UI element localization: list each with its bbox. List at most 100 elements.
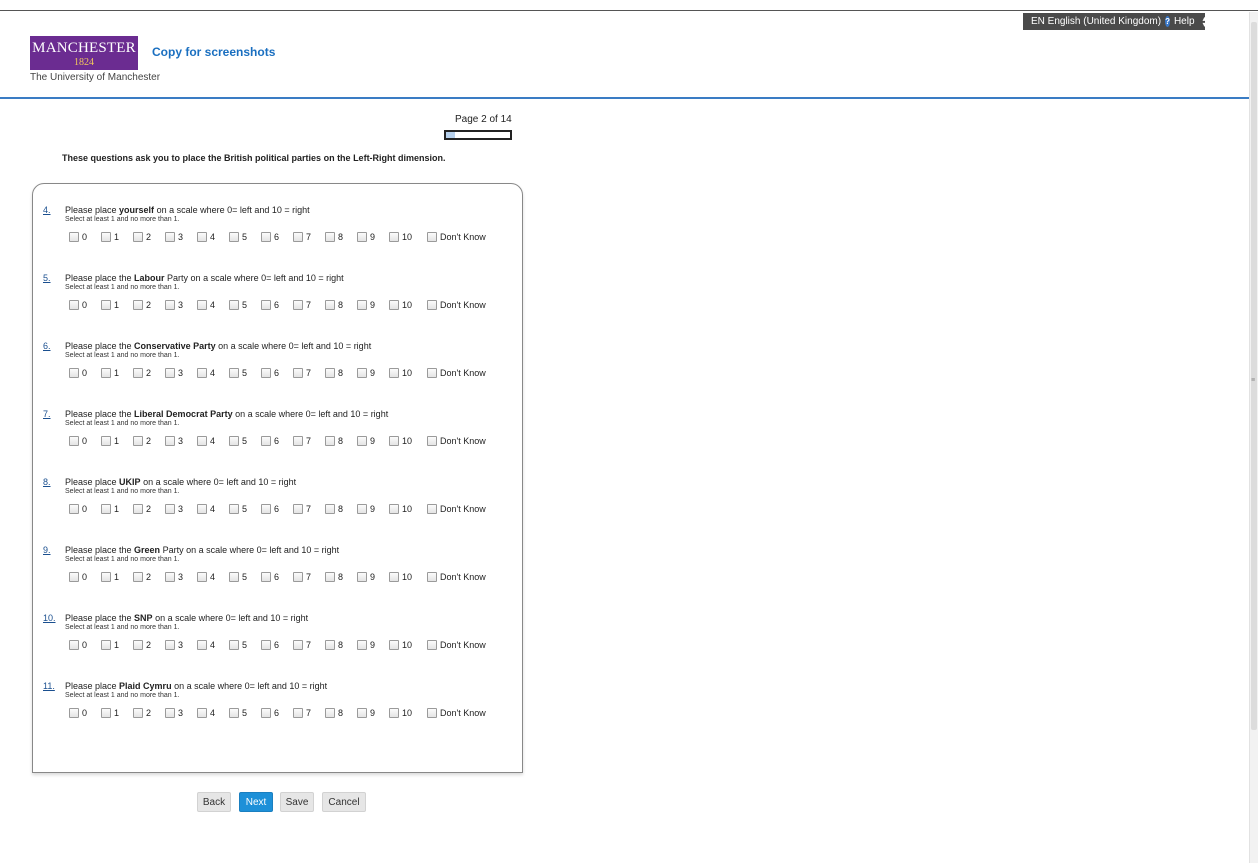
checkbox[interactable] (165, 504, 175, 514)
question-number[interactable]: 7. (43, 409, 51, 419)
answer-option[interactable]: Don't Know (427, 436, 486, 446)
answer-option[interactable]: Don't Know (427, 368, 486, 378)
checkbox[interactable] (229, 640, 239, 650)
checkbox[interactable] (197, 300, 207, 310)
answer-option[interactable]: 4 (197, 572, 215, 582)
checkbox[interactable] (261, 368, 271, 378)
answer-option[interactable]: 0 (69, 368, 87, 378)
checkbox[interactable] (229, 708, 239, 718)
scrollbar[interactable]: ≡ (1249, 12, 1258, 863)
answer-option[interactable]: 6 (261, 708, 279, 718)
answer-option[interactable]: 4 (197, 436, 215, 446)
help-link[interactable]: Help (1174, 13, 1195, 30)
answer-option[interactable]: 0 (69, 300, 87, 310)
checkbox[interactable] (389, 572, 399, 582)
checkbox[interactable] (389, 504, 399, 514)
answer-option[interactable]: 8 (325, 436, 343, 446)
answer-option[interactable]: 9 (357, 640, 375, 650)
checkbox[interactable] (261, 640, 271, 650)
answer-option[interactable]: 4 (197, 232, 215, 242)
answer-option[interactable]: 9 (357, 436, 375, 446)
answer-option[interactable]: 1 (101, 640, 119, 650)
answer-option[interactable]: 1 (101, 504, 119, 514)
next-button[interactable]: Next (239, 792, 273, 812)
answer-option[interactable]: 7 (293, 300, 311, 310)
checkbox[interactable] (197, 708, 207, 718)
checkbox[interactable] (101, 572, 111, 582)
scrollbar-thumb[interactable] (1251, 22, 1257, 730)
answer-option[interactable]: 2 (133, 300, 151, 310)
question-number[interactable]: 9. (43, 545, 51, 555)
answer-option[interactable]: 3 (165, 436, 183, 446)
answer-option[interactable]: 7 (293, 640, 311, 650)
answer-option[interactable]: 9 (357, 572, 375, 582)
answer-option[interactable]: 6 (261, 300, 279, 310)
checkbox[interactable] (325, 572, 335, 582)
checkbox[interactable] (133, 504, 143, 514)
answer-option[interactable]: 4 (197, 368, 215, 378)
answer-option[interactable]: 8 (325, 504, 343, 514)
question-number[interactable]: 10. (43, 613, 56, 623)
answer-option[interactable]: 3 (165, 708, 183, 718)
checkbox[interactable] (357, 504, 367, 514)
checkbox[interactable] (229, 232, 239, 242)
checkbox[interactable] (357, 232, 367, 242)
checkbox[interactable] (427, 368, 437, 378)
answer-option[interactable]: 6 (261, 436, 279, 446)
checkbox[interactable] (293, 368, 303, 378)
checkbox[interactable] (261, 572, 271, 582)
checkbox[interactable] (133, 300, 143, 310)
answer-option[interactable]: 4 (197, 300, 215, 310)
checkbox[interactable] (261, 300, 271, 310)
answer-option[interactable]: Don't Know (427, 504, 486, 514)
answer-option[interactable]: 1 (101, 708, 119, 718)
answer-option[interactable]: 1 (101, 368, 119, 378)
answer-option[interactable]: 10 (389, 368, 412, 378)
checkbox[interactable] (389, 436, 399, 446)
checkbox[interactable] (197, 436, 207, 446)
checkbox[interactable] (427, 300, 437, 310)
answer-option[interactable]: 2 (133, 368, 151, 378)
answer-option[interactable]: 9 (357, 504, 375, 514)
checkbox[interactable] (165, 708, 175, 718)
answer-option[interactable]: 7 (293, 504, 311, 514)
checkbox[interactable] (293, 708, 303, 718)
save-button[interactable]: Save (280, 792, 314, 812)
checkbox[interactable] (101, 640, 111, 650)
answer-option[interactable]: 9 (357, 368, 375, 378)
answer-option[interactable]: 10 (389, 300, 412, 310)
checkbox[interactable] (165, 300, 175, 310)
checkbox[interactable] (261, 504, 271, 514)
checkbox[interactable] (357, 436, 367, 446)
answer-option[interactable]: 5 (229, 708, 247, 718)
answer-option[interactable]: 7 (293, 368, 311, 378)
checkbox[interactable] (165, 572, 175, 582)
answer-option[interactable]: 1 (101, 436, 119, 446)
checkbox[interactable] (293, 436, 303, 446)
checkbox[interactable] (427, 572, 437, 582)
answer-option[interactable]: Don't Know (427, 640, 486, 650)
checkbox[interactable] (357, 572, 367, 582)
checkbox[interactable] (133, 640, 143, 650)
answer-option[interactable]: 6 (261, 504, 279, 514)
checkbox[interactable] (133, 232, 143, 242)
checkbox[interactable] (357, 300, 367, 310)
answer-option[interactable]: 4 (197, 640, 215, 650)
checkbox[interactable] (357, 708, 367, 718)
answer-option[interactable]: 6 (261, 232, 279, 242)
checkbox[interactable] (427, 436, 437, 446)
answer-option[interactable]: 10 (389, 708, 412, 718)
answer-option[interactable]: 0 (69, 708, 87, 718)
checkbox[interactable] (427, 640, 437, 650)
answer-option[interactable]: 8 (325, 368, 343, 378)
answer-option[interactable]: 0 (69, 436, 87, 446)
question-number[interactable]: 11. (43, 681, 55, 691)
checkbox[interactable] (101, 232, 111, 242)
answer-option[interactable]: 0 (69, 572, 87, 582)
checkbox[interactable] (69, 572, 79, 582)
answer-option[interactable]: 3 (165, 572, 183, 582)
checkbox[interactable] (165, 640, 175, 650)
checkbox[interactable] (325, 436, 335, 446)
checkbox[interactable] (133, 708, 143, 718)
answer-option[interactable]: 8 (325, 300, 343, 310)
